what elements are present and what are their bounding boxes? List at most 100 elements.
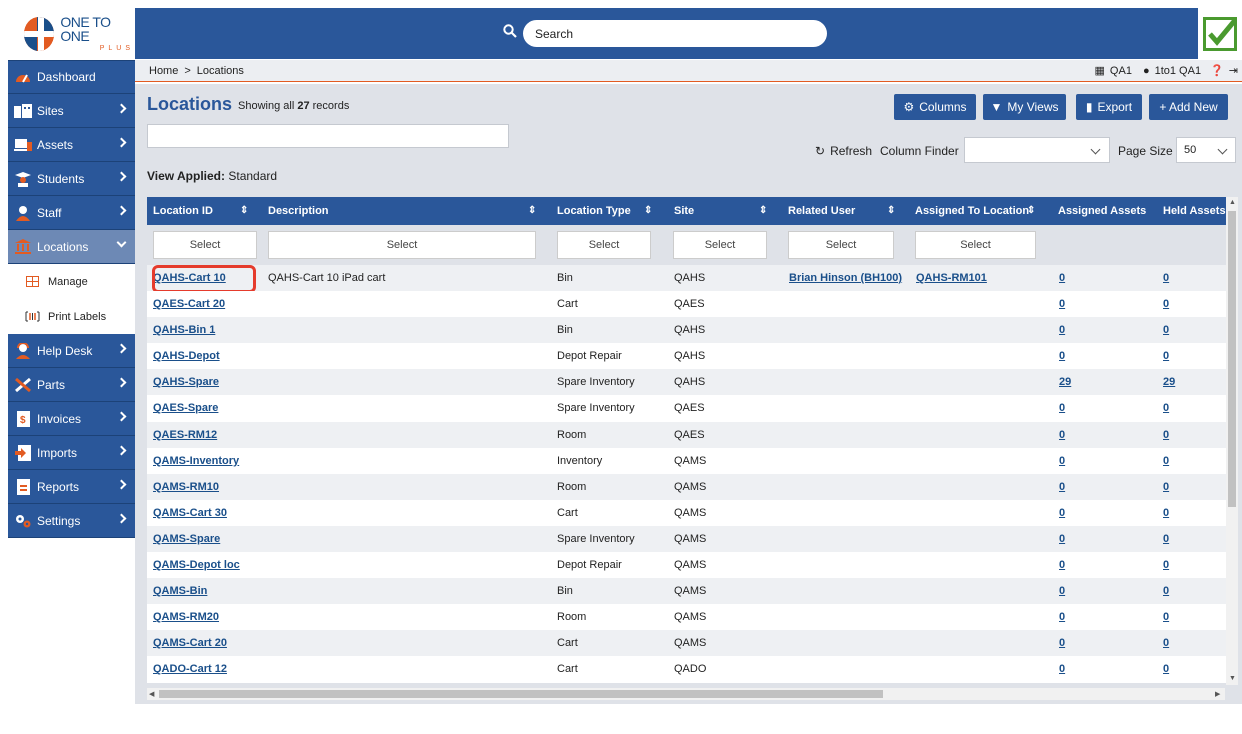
site-label[interactable]: QA1 <box>1110 65 1132 77</box>
sidebar-item-imports[interactable]: Imports <box>8 436 135 470</box>
col-header-description[interactable]: Description <box>268 205 329 217</box>
filter-site[interactable]: Select <box>673 231 767 259</box>
my-views-button[interactable]: ▼ My Views <box>983 94 1066 120</box>
cell-assigned-assets[interactable]: 0 <box>1059 507 1065 519</box>
cell-held-assets[interactable]: 0 <box>1163 481 1169 493</box>
col-header-held-assets[interactable]: Held Assets <box>1163 205 1226 217</box>
logo[interactable]: ONE TO ONE PLUS <box>8 8 134 59</box>
cell-related-user[interactable]: Brian Hinson (BH100) <box>789 272 902 284</box>
table-row[interactable]: QAMS-Cart 30 Cart QAMS 0 0 <box>147 499 1229 526</box>
sidebar-item-staff[interactable]: Staff <box>8 196 135 230</box>
col-header-related-user[interactable]: Related User <box>788 205 855 217</box>
cell-location-id[interactable]: QAMS-Spare <box>153 533 220 545</box>
vertical-scrollbar[interactable]: ▲ ▼ <box>1226 197 1238 685</box>
cell-held-assets[interactable]: 0 <box>1163 611 1169 623</box>
filter-location-id[interactable]: Select <box>153 231 257 259</box>
table-row[interactable]: QADO-Cart 12 Cart QADO 0 0 <box>147 656 1229 683</box>
sort-icon[interactable]: ⇕ <box>1027 205 1035 216</box>
columns-button[interactable]: ⚙ Columns <box>894 94 976 120</box>
table-row[interactable]: QAMS-Inventory Inventory QAMS 0 0 <box>147 447 1229 474</box>
cell-held-assets[interactable]: 0 <box>1163 507 1169 519</box>
vertical-scroll-thumb[interactable] <box>1228 211 1236 507</box>
cell-assigned-assets[interactable]: 29 <box>1059 376 1071 388</box>
cell-location-id[interactable]: QAMS-RM20 <box>153 611 219 623</box>
filter-related-user[interactable]: Select <box>788 231 894 259</box>
cell-held-assets[interactable]: 0 <box>1163 272 1169 284</box>
cell-held-assets[interactable]: 0 <box>1163 298 1169 310</box>
search-input[interactable] <box>523 20 827 47</box>
scroll-down-icon[interactable]: ▼ <box>1229 675 1236 682</box>
cell-assigned-assets[interactable]: 0 <box>1059 402 1065 414</box>
sort-icon[interactable]: ⇕ <box>528 205 536 216</box>
cell-held-assets[interactable]: 0 <box>1163 350 1169 362</box>
cell-held-assets[interactable]: 0 <box>1163 429 1169 441</box>
cell-location-id[interactable]: QAMS-Cart 20 <box>153 637 227 649</box>
table-row[interactable]: QAHS-Depot Depot Repair QAHS 0 0 <box>147 343 1229 370</box>
sidebar-item-dashboard[interactable]: Dashboard <box>8 60 135 94</box>
cell-location-id[interactable]: QAMS-RM10 <box>153 481 219 493</box>
cell-held-assets[interactable]: 0 <box>1163 402 1169 414</box>
sort-icon[interactable]: ⇕ <box>240 205 248 216</box>
filter-assigned-to-location[interactable]: Select <box>915 231 1036 259</box>
filter-location-type[interactable]: Select <box>557 231 651 259</box>
table-row[interactable]: QAMS-RM20 Room QAMS 0 0 <box>147 604 1229 631</box>
cell-assigned-assets[interactable]: 0 <box>1059 533 1065 545</box>
table-row[interactable]: QAES-Cart 20 Cart QAES 0 0 <box>147 291 1229 318</box>
breadcrumb-home[interactable]: Home <box>149 65 178 77</box>
col-header-location-type[interactable]: Location Type <box>557 205 631 217</box>
col-header-site[interactable]: Site <box>674 205 694 217</box>
cell-assigned-assets[interactable]: 0 <box>1059 298 1065 310</box>
sidebar-item-reports[interactable]: Reports <box>8 470 135 504</box>
cell-location-id[interactable]: QAHS-Bin 1 <box>153 324 215 336</box>
table-row[interactable]: QAMS-RM10 Room QAMS 0 0 <box>147 473 1229 500</box>
sidebar-subitem-manage[interactable]: Manage <box>8 264 135 299</box>
sidebar-subitem-print-labels[interactable]: Print Labels <box>8 299 135 334</box>
horizontal-scroll-thumb[interactable] <box>159 690 883 698</box>
column-finder-select[interactable] <box>964 137 1110 163</box>
user-name[interactable]: 1to1 QA1 <box>1155 65 1201 77</box>
col-header-assigned-to-location[interactable]: Assigned To Location <box>915 205 1029 217</box>
table-row[interactable]: QAMS-Spare Spare Inventory QAMS 0 0 <box>147 525 1229 553</box>
sidebar-item-settings[interactable]: Settings <box>8 504 135 538</box>
filter-description[interactable]: Select <box>268 231 536 259</box>
cell-assigned-assets[interactable]: 0 <box>1059 637 1065 649</box>
cell-location-id[interactable]: QAMS-Depot loc <box>153 559 240 571</box>
cell-location-id[interactable]: QAHS-Spare <box>153 376 219 388</box>
cell-location-id[interactable]: QAES-Cart 20 <box>153 298 225 310</box>
cell-assigned-assets[interactable]: 0 <box>1059 481 1065 493</box>
table-row[interactable]: QAMS-Cart 20 Cart QAMS 0 0 <box>147 630 1229 657</box>
cell-assigned-assets[interactable]: 0 <box>1059 429 1065 441</box>
table-row[interactable]: QAMS-Bin Bin QAMS 0 0 <box>147 578 1229 605</box>
cell-location-id[interactable]: QAES-Spare <box>153 402 218 414</box>
cell-assigned-assets[interactable]: 0 <box>1059 324 1065 336</box>
sidebar-item-invoices[interactable]: $ Invoices <box>8 402 135 436</box>
cell-held-assets[interactable]: 0 <box>1163 324 1169 336</box>
cell-assigned-assets[interactable]: 0 <box>1059 455 1065 467</box>
cell-location-id[interactable]: QAMS-Bin <box>153 585 207 597</box>
cell-assigned-to-location[interactable]: QAHS-RM101 <box>916 272 987 284</box>
col-header-assigned-assets[interactable]: Assigned Assets <box>1058 205 1146 217</box>
scroll-left-icon[interactable]: ◀ <box>149 690 154 698</box>
export-button[interactable]: ▮ Export <box>1076 94 1142 120</box>
sidebar-item-help-desk[interactable]: Help Desk <box>8 334 135 368</box>
table-row[interactable]: QAHS-Spare Spare Inventory QAHS 29 29 <box>147 369 1229 396</box>
refresh-button[interactable]: ↻ Refresh <box>815 144 872 158</box>
cell-assigned-assets[interactable]: 0 <box>1059 559 1065 571</box>
quick-filter-input[interactable] <box>147 124 509 148</box>
sidebar-item-students[interactable]: Students <box>8 162 135 196</box>
table-row[interactable]: QAHS-Cart 10 QAHS-Cart 10 iPad cart Bin QAH… <box>147 265 1229 293</box>
sidebar-item-assets[interactable]: Assets <box>8 128 135 162</box>
search-icon[interactable] <box>503 24 517 38</box>
cell-held-assets[interactable]: 0 <box>1163 585 1169 597</box>
cell-held-assets[interactable]: 0 <box>1163 637 1169 649</box>
cell-held-assets[interactable]: 0 <box>1163 533 1169 545</box>
cell-held-assets[interactable]: 29 <box>1163 376 1175 388</box>
sort-icon[interactable]: ⇕ <box>759 205 767 216</box>
cell-assigned-assets[interactable]: 0 <box>1059 611 1065 623</box>
scroll-right-icon[interactable]: ▶ <box>1215 690 1220 698</box>
scroll-up-icon[interactable]: ▲ <box>1229 199 1236 206</box>
help-icon[interactable]: ❓ <box>1210 64 1224 77</box>
table-row[interactable]: QAES-Spare Spare Inventory QAES 0 0 <box>147 395 1229 422</box>
cell-location-id[interactable]: QADO-Cart 12 <box>153 663 227 675</box>
sort-icon[interactable]: ⇕ <box>887 205 895 216</box>
